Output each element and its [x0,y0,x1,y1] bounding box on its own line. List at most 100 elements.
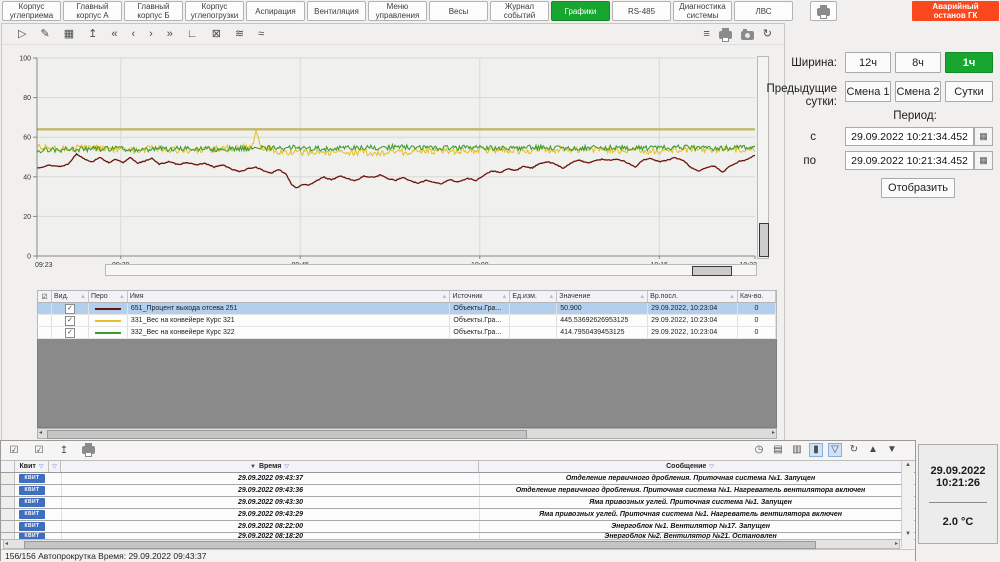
ack-button[interactable]: КВИТ [19,486,45,495]
printer-icon[interactable] [719,31,732,39]
tab-3[interactable]: Главный корпус Б [124,1,183,21]
pen-table-hscrollbar[interactable]: ◂ ▸ [37,428,777,439]
log-down-icon[interactable]: ▼ [885,443,899,457]
pen-visibility-checkbox[interactable]: ✓ [65,304,75,314]
emergency-stop-button[interactable]: Аварийный останов ГК [912,1,999,21]
ack-button[interactable]: КВИТ [19,522,45,531]
trend-tree-icon[interactable]: ✎ [40,25,49,43]
pen-color-cell[interactable] [89,327,128,338]
pen-table-column-Значение[interactable]: Значение▲ [557,291,648,302]
pen-color-cell[interactable] [89,303,128,314]
tab-6[interactable]: Вентиляция [307,1,366,21]
pen-table-hscroll-thumb[interactable] [47,430,527,439]
prev-day-button-1[interactable]: Смена 1 [845,81,891,102]
chart-vscroll-thumb[interactable] [759,223,769,257]
tab-10[interactable]: Графики [551,1,610,21]
curves-icon[interactable]: ≋ [235,25,244,43]
tab-2[interactable]: Главный корпус А [63,1,122,21]
pen-table-column-Имя[interactable]: Имя▲ [128,291,451,302]
pen-visibility-cell[interactable]: ✓ [52,303,89,314]
from-date-input[interactable]: 29.09.2022 10:21:34.452 [845,127,974,146]
tab-1[interactable]: Корпус углеприема [2,1,61,21]
scroll-left-icon[interactable]: ◂ [5,540,8,549]
tab-11[interactable]: RS-485 [612,1,671,21]
next-icon[interactable]: › [149,25,153,43]
pen-visibility-cell[interactable]: ✓ [52,315,89,326]
log-refresh-icon[interactable]: ↻ [847,443,861,457]
refresh-icon[interactable]: ↻ [763,25,772,43]
scroll-down-icon[interactable]: ▼ [902,530,914,539]
log-header-filter[interactable]: ▽ [49,461,61,472]
pen-table-column-Ед.изм.[interactable]: Ед.изм.▲ [510,291,557,302]
width-button-8ч[interactable]: 8ч [895,52,941,73]
export-icon[interactable]: ↥ [88,25,97,43]
play-icon[interactable]: ▷ [18,25,26,43]
log-ack-icon[interactable]: ☑ [7,444,21,458]
log-hscroll-thumb[interactable] [24,541,816,549]
chart-horizontal-scrollbar[interactable] [105,264,757,276]
scroll-left-icon[interactable]: ◂ [39,429,42,438]
table-icon[interactable]: ▦ [64,25,74,43]
tab-4[interactable]: Корпус углепогрузки [185,1,244,21]
log-doc-icon[interactable]: ▥ [790,443,804,457]
pen-color-cell[interactable] [89,315,128,326]
log-row-1[interactable]: КВИТ29.09.2022 09:43:37Отделение первичн… [1,473,915,485]
pen-table-column-check[interactable]: ☑ [38,291,52,302]
scroll-right-icon[interactable]: ▸ [895,540,898,549]
log-header-time[interactable]: ▼ Время ▽ [61,461,479,472]
prev-icon[interactable]: ‹ [131,25,135,43]
log-row-3[interactable]: КВИТ29.09.2022 09:43:30Яма привозных угл… [1,497,915,509]
log-funnel-icon[interactable]: ▽ [828,443,842,457]
log-printer-icon[interactable] [82,446,95,454]
tab-12[interactable]: Диагностика системы [673,1,732,21]
log-header-ack[interactable]: Квит ▽ [15,461,49,472]
log-vertical-scrollbar[interactable]: ▲ ▼ [901,461,914,548]
filter-icon[interactable]: ▽ [39,463,44,470]
log-export-icon[interactable]: ↥ [57,444,71,458]
filter-icon[interactable]: ▽ [709,463,714,470]
width-button-12ч[interactable]: 12ч [845,52,891,73]
trend-chart[interactable]: 02040608010009:2309:3009:4510:0010:1510:… [2,45,785,267]
log-book-icon[interactable]: ▮ [809,443,823,457]
log-clock-icon[interactable]: ◷ [752,443,766,457]
pen-table-column-Источник[interactable]: Источник▲ [450,291,510,302]
filter-icon[interactable]: ▽ [284,463,289,470]
pen-visibility-checkbox[interactable]: ✓ [65,316,75,326]
chart-hscroll-thumb[interactable] [692,266,732,276]
width-button-1ч[interactable]: 1ч [945,52,993,73]
pen-row-1[interactable]: ✓651_Процент выхода отсева 251Объекты.Гр… [37,303,777,315]
pen-row-2[interactable]: ✓331_Вес на конвейере Курс 321Объекты.Гр… [37,315,777,327]
camera-icon[interactable] [741,31,754,40]
tab-8[interactable]: Весы [429,1,488,21]
pen-table-column-Перо[interactable]: Перо▲ [89,291,128,302]
to-date-input[interactable]: 29.09.2022 10:21:34.452 [845,151,974,170]
pen-table-column-Кач-во.[interactable]: Кач-во. [738,291,776,302]
scroll-right-icon[interactable]: ▸ [772,429,775,438]
log-calendar-icon[interactable]: ▤ [771,443,785,457]
display-button[interactable]: Отобразить [881,178,955,198]
log-horizontal-scrollbar[interactable]: ◂ ▸ [3,539,900,549]
to-calendar-button[interactable]: ▦ [974,151,993,170]
axes-off-icon[interactable]: ⊠ [212,25,221,43]
prev-day-button-3[interactable]: Сутки [945,81,993,102]
last-icon[interactable]: » [167,25,173,43]
tab-9[interactable]: Журнал событий [490,1,549,21]
axes-icon[interactable]: ∟ [187,25,198,43]
log-ack-all-icon[interactable]: ☑ [32,444,46,458]
log-up-icon[interactable]: ▲ [866,443,880,457]
prev-day-button-2[interactable]: Смена 2 [895,81,941,102]
log-header-message[interactable]: Сообщение ▽ [479,461,901,472]
first-icon[interactable]: « [111,25,117,43]
filter-icon[interactable]: ▽ [52,463,57,470]
log-row-2[interactable]: КВИТ29.09.2022 09:43:36Отделение первичн… [1,485,915,497]
ack-button[interactable]: КВИТ [19,498,45,507]
curves-fill-icon[interactable]: ≈ [258,25,264,43]
pen-table-column-Вид.[interactable]: Вид.▲ [52,291,89,302]
pen-visibility-cell[interactable]: ✓ [52,327,89,338]
tab-5[interactable]: Аспирация [246,1,305,21]
list-icon[interactable]: ≡ [703,25,709,43]
ack-button[interactable]: КВИТ [19,474,45,483]
scroll-up-icon[interactable]: ▲ [902,461,914,470]
from-calendar-button[interactable]: ▦ [974,127,993,146]
pen-visibility-checkbox[interactable]: ✓ [65,328,75,338]
